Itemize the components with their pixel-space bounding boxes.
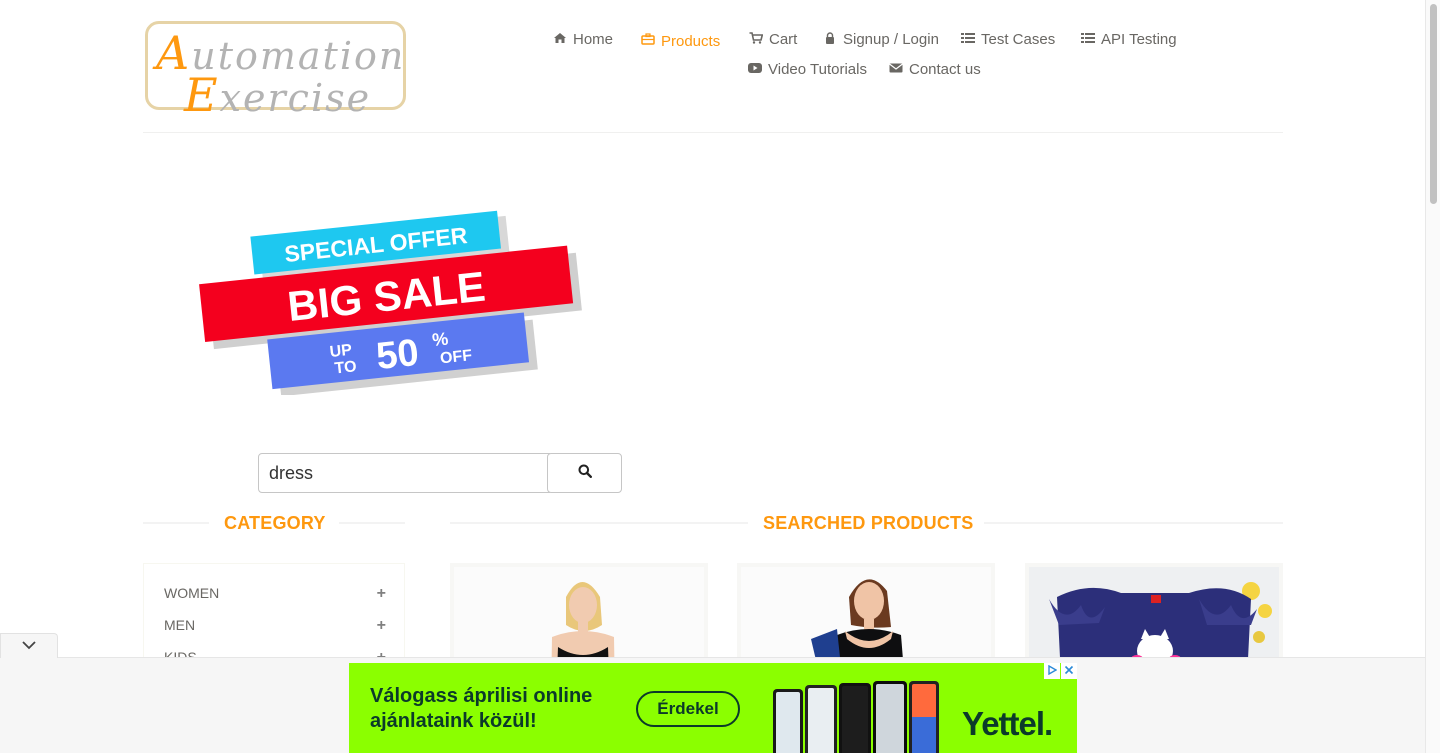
ad-phones-image [773,681,939,753]
nav-test-cases-label: Test Cases [981,31,1056,48]
nav-cart[interactable]: Cart [749,31,797,48]
plus-icon: + [376,617,386,634]
close-icon [1064,665,1074,678]
header-divider [143,132,1283,133]
search-button[interactable] [547,453,622,493]
products-title-line-right [984,522,1283,524]
ad-brand-name: Yettel [962,705,1045,742]
briefcase-icon [641,33,655,48]
shopping-cart-icon [749,32,764,47]
ad-brand-dot: . [1044,705,1053,742]
nav-api-testing[interactable]: API Testing [1081,31,1177,48]
category-men-label: Men [164,617,196,633]
logo-text-2: xercise [219,76,372,120]
youtube-play-icon [748,62,762,77]
site-logo[interactable]: Automation Exercise [145,21,406,122]
chevron-down-icon [21,637,37,655]
searched-products-title: Searched Products [763,513,974,533]
category-title-line-left [143,522,209,524]
nav-test-cases[interactable]: Test Cases [961,31,1055,48]
lock-icon [823,32,837,47]
products-title-line-left [450,522,748,524]
nav-contact-us[interactable]: Contact us [889,61,981,78]
category-title-line-right [339,522,405,524]
banner-percent: % [431,329,449,351]
nav-products[interactable]: Products [641,31,720,50]
page: Automation Exercise Home Products Cart S… [0,0,1440,753]
logo-cap-e: E [184,68,220,122]
adchoices-icon [1047,664,1058,678]
advertisement[interactable]: Válogass áprilisi online ajánlataink köz… [349,663,1077,753]
category-women-label: Women [164,585,220,601]
nav-home[interactable]: Home [553,31,613,48]
plus-icon: + [376,585,386,602]
nav-cart-label: Cart [769,31,798,48]
nav-contact-us-label: Contact us [909,61,981,78]
ad-close-button[interactable] [1061,663,1077,679]
nav-api-testing-label: API Testing [1101,31,1177,48]
nav-video-tutorials[interactable]: Video Tutorials [748,61,867,78]
category-women[interactable]: Women + [164,585,386,603]
list-icon [961,32,975,47]
vertical-scrollbar[interactable] [1425,0,1440,753]
category-title: Category [224,513,326,533]
ad-collapse-button[interactable] [0,633,58,658]
ad-cta-button[interactable]: Érdekel [636,691,740,727]
list-icon [1081,32,1095,47]
search-icon [578,464,592,483]
scrollbar-thumb[interactable] [1430,4,1437,204]
adchoices-button[interactable] [1044,663,1060,679]
ad-brand: Yettel. [962,705,1053,743]
home-icon [553,32,567,47]
sale-banner: SPECIAL OFFER BIG SALE UP TO 50 % OFF [199,210,582,395]
nav-home-label: Home [573,31,614,48]
search-input[interactable] [258,453,550,493]
nav-products-label: Products [661,33,721,50]
category-men[interactable]: Men + [164,617,386,635]
banner-off: OFF [439,347,473,367]
banner-50: 50 [374,332,420,378]
envelope-icon [889,62,903,77]
nav-signup-login[interactable]: Signup / Login [823,31,939,48]
nav-video-tutorials-label: Video Tutorials [768,61,867,78]
banner-to: TO [334,358,358,377]
ad-headline: Válogass áprilisi online ajánlataink köz… [370,685,593,732]
nav-signup-login-label: Signup / Login [843,31,939,48]
